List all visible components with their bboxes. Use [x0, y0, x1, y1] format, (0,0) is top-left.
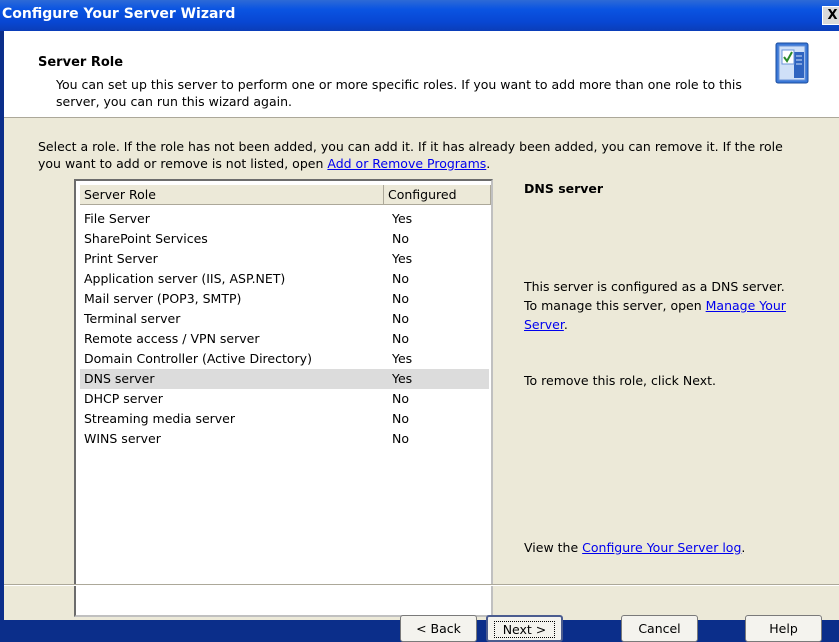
footer-separator	[4, 584, 839, 586]
list-item[interactable]: Terminal server No	[80, 309, 489, 329]
role-name: Streaming media server	[84, 411, 236, 426]
list-item[interactable]: Streaming media server No	[80, 409, 489, 429]
list-item[interactable]: WINS server No	[80, 429, 489, 449]
role-configured: No	[392, 291, 409, 306]
role-name: Application server (IIS, ASP.NET)	[84, 271, 286, 286]
column-header-server-role[interactable]: Server Role	[80, 185, 384, 205]
role-configured: Yes	[392, 251, 413, 266]
log-text: View the Configure Your Server log.	[524, 540, 746, 555]
role-configured: No	[392, 331, 409, 346]
instructions-text: Select a role. If the role has not been …	[38, 139, 783, 171]
help-button[interactable]: Help	[745, 615, 822, 642]
role-configured: No	[392, 231, 409, 246]
add-remove-programs-link[interactable]: Add or Remove Programs	[327, 156, 486, 171]
page-subtitle: You can set up this server to perform on…	[56, 77, 742, 109]
back-button[interactable]: < Back	[400, 615, 477, 642]
role-configured: No	[392, 391, 409, 406]
role-name: Print Server	[84, 251, 158, 266]
wizard-window: Server Role You can set up this server t…	[4, 31, 839, 642]
role-name: WINS server	[84, 431, 161, 446]
configure-server-log-link[interactable]: Configure Your Server log	[582, 540, 741, 555]
column-header-configured[interactable]: Configured	[384, 185, 491, 205]
page-title: Server Role	[38, 55, 124, 70]
role-configured: No	[392, 411, 409, 426]
role-name: File Server	[84, 211, 150, 226]
list-item[interactable]: File Server Yes	[80, 209, 489, 229]
list-item[interactable]: Mail server (POP3, SMTP) No	[80, 289, 489, 309]
server-checklist-icon	[775, 42, 809, 84]
list-rows: File Server Yes SharePoint Services No Print…	[80, 209, 489, 449]
title-bar: Configure Your Server Wizard X	[0, 0, 839, 31]
role-configured: Yes	[392, 211, 413, 226]
role-name: Terminal server	[84, 311, 181, 326]
role-name: SharePoint Services	[84, 231, 208, 246]
list-item[interactable]: DHCP server No	[80, 389, 489, 409]
cancel-button[interactable]: Cancel	[621, 615, 698, 642]
list-header: Server Role Configured	[80, 185, 491, 207]
remove-role-text: To remove this role, click Next.	[524, 373, 716, 388]
role-name: Remote access / VPN server	[84, 331, 260, 346]
role-configured: No	[392, 311, 409, 326]
role-configured: Yes	[392, 351, 413, 366]
role-details-title: DNS server	[524, 181, 604, 196]
next-button[interactable]: Next >	[486, 615, 563, 642]
role-name: DNS server	[84, 371, 155, 386]
role-name: Mail server (POP3, SMTP)	[84, 291, 242, 306]
close-button[interactable]: X	[822, 6, 839, 25]
role-name: DHCP server	[84, 391, 163, 406]
list-item[interactable]: Domain Controller (Active Directory) Yes	[80, 349, 489, 369]
role-configured: No	[392, 271, 409, 286]
window-title: Configure Your Server Wizard	[2, 6, 236, 22]
role-name: Domain Controller (Active Directory)	[84, 351, 312, 366]
list-item[interactable]: Print Server Yes	[80, 249, 489, 269]
server-role-list[interactable]: Server Role Configured File Server Yes Sha…	[74, 179, 493, 617]
list-item[interactable]: Application server (IIS, ASP.NET) No	[80, 269, 489, 289]
list-item[interactable]: SharePoint Services No	[80, 229, 489, 249]
list-item[interactable]: DNS server Yes	[80, 369, 489, 389]
role-status-text: This server is configured as a DNS serve…	[524, 279, 786, 332]
role-configured: Yes	[392, 371, 413, 386]
wizard-header: Server Role You can set up this server t…	[4, 31, 839, 118]
role-configured: No	[392, 431, 409, 446]
list-item[interactable]: Remote access / VPN server No	[80, 329, 489, 349]
